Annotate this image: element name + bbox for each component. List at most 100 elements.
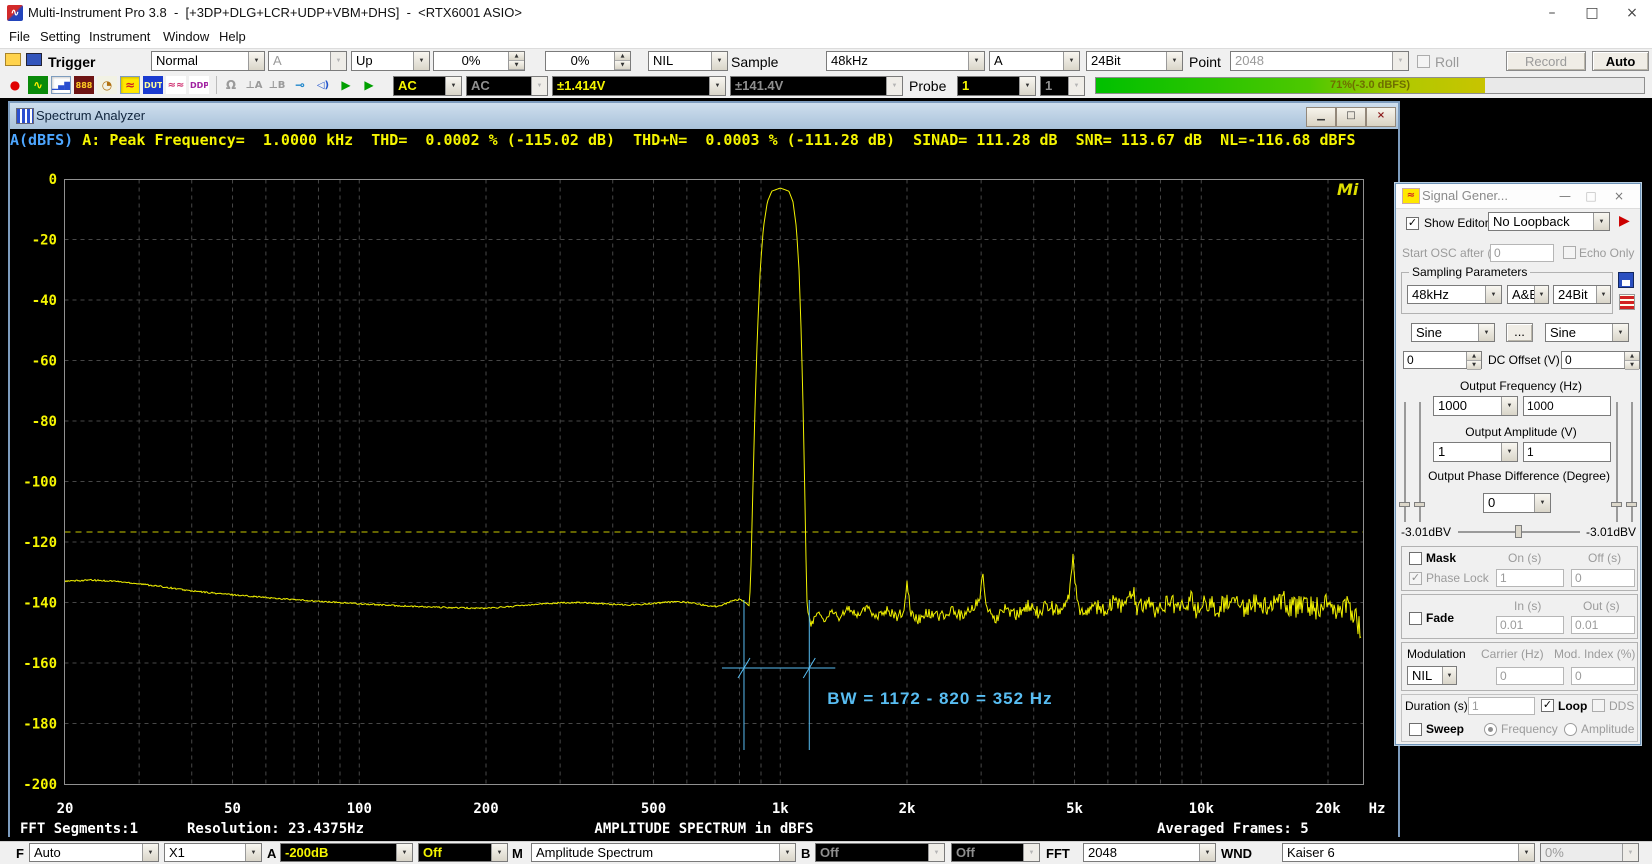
loop-checkbox[interactable]: ✓ bbox=[1541, 699, 1554, 712]
record-icon[interactable]: ● bbox=[5, 76, 25, 94]
oscilloscope-icon[interactable]: ∿ bbox=[28, 76, 48, 94]
dc-offset-b-spinner[interactable]: ▲▼ bbox=[1625, 351, 1640, 369]
dc-offset-a-input[interactable]: 0 bbox=[1403, 351, 1467, 369]
menu-help[interactable]: Help bbox=[219, 26, 246, 48]
amplitude-a-dropdown[interactable]: 1▼ bbox=[1433, 442, 1518, 462]
siggen-bits-dropdown[interactable]: 24Bit▼ bbox=[1553, 285, 1611, 304]
chevron-down-icon[interactable]: ▼ bbox=[1501, 443, 1517, 461]
sample-rate-dropdown[interactable]: 48kHz▼ bbox=[826, 51, 985, 71]
range-a-dropdown[interactable]: ±1.414V▼ bbox=[552, 76, 726, 96]
chevron-down-icon[interactable]: ▼ bbox=[1063, 52, 1079, 70]
show-editor-checkbox[interactable]: ✓ bbox=[1406, 217, 1419, 230]
siggen-rate-dropdown[interactable]: 48kHz▼ bbox=[1407, 285, 1502, 304]
chevron-down-icon[interactable]: ▼ bbox=[1166, 52, 1182, 70]
trigger-mode-dropdown[interactable]: Normal▼ bbox=[151, 51, 265, 71]
close-button[interactable]: × bbox=[1612, 0, 1652, 26]
minimize-button[interactable]: – bbox=[1532, 0, 1572, 26]
display-mode-dropdown[interactable]: Amplitude Spectrum▼ bbox=[531, 843, 796, 862]
chevron-down-icon[interactable]: ▼ bbox=[1019, 77, 1035, 95]
auto-button[interactable]: Auto bbox=[1592, 51, 1649, 71]
trigger-hpf-dropdown[interactable]: NIL▼ bbox=[648, 51, 728, 71]
save-icon[interactable] bbox=[26, 53, 42, 66]
spin-down-icon[interactable]: ▼ bbox=[615, 61, 630, 70]
derived-data-curves-icon[interactable]: ≈≈ bbox=[166, 76, 186, 94]
window-function-dropdown[interactable]: Kaiser 6▼ bbox=[1282, 843, 1535, 862]
frequency-range-dropdown[interactable]: Auto▼ bbox=[29, 843, 159, 862]
waveform-b-dropdown[interactable]: Sine▼ bbox=[1545, 323, 1629, 342]
spectrum-close-button[interactable]: × bbox=[1366, 107, 1396, 127]
fft-size-dropdown[interactable]: 2048▼ bbox=[1083, 843, 1216, 862]
siggen-run-icon[interactable]: ▶ bbox=[1619, 213, 1630, 228]
probe-a-dropdown[interactable]: 1▼ bbox=[957, 76, 1036, 96]
run-loop-icon[interactable]: ▶ bbox=[359, 76, 379, 94]
chevron-down-icon[interactable]: ▼ bbox=[779, 844, 795, 861]
slider-handle[interactable] bbox=[1399, 502, 1410, 507]
spectrum-window-titlebar[interactable]: Spectrum Analyzer ▁ □ × bbox=[10, 103, 1398, 130]
bit-depth-dropdown[interactable]: 24Bit▼ bbox=[1086, 51, 1183, 71]
spin-up-icon[interactable]: ▲ bbox=[509, 52, 524, 61]
frequency-a-dropdown[interactable]: 1000▼ bbox=[1433, 396, 1518, 416]
chevron-down-icon[interactable]: ▼ bbox=[142, 844, 158, 861]
siggen-maximize-button[interactable]: □ bbox=[1580, 187, 1602, 205]
chevron-down-icon[interactable]: ▼ bbox=[1442, 667, 1456, 684]
siggen-minimize-button[interactable]: — bbox=[1554, 187, 1576, 205]
chevron-down-icon[interactable]: ▼ bbox=[1612, 324, 1628, 341]
loopback-dropdown[interactable]: No Loopback▼ bbox=[1488, 212, 1610, 231]
sweep-checkbox[interactable] bbox=[1409, 723, 1422, 736]
menu-window[interactable]: Window bbox=[163, 26, 209, 48]
chevron-down-icon[interactable]: ▼ bbox=[413, 52, 429, 70]
signal-generator-titlebar[interactable]: ≈ Signal Gener... — □ × bbox=[1396, 184, 1640, 209]
chevron-down-icon[interactable]: ▼ bbox=[968, 52, 984, 70]
spin-up-icon[interactable]: ▲ bbox=[615, 52, 630, 61]
chevron-down-icon[interactable]: ▼ bbox=[709, 77, 725, 95]
siggen-close-button[interactable]: × bbox=[1608, 187, 1630, 205]
amplitude-b-input[interactable]: 1 bbox=[1523, 442, 1611, 462]
chevron-down-icon[interactable]: ▼ bbox=[1478, 324, 1494, 341]
trigger-delay-spinner[interactable]: 0%▲▼ bbox=[545, 51, 631, 71]
signal-list-icon[interactable] bbox=[1619, 294, 1635, 310]
slider-handle[interactable] bbox=[1626, 502, 1637, 507]
maximize-button[interactable]: □ bbox=[1572, 0, 1612, 26]
frequency-b-input[interactable]: 1000 bbox=[1523, 396, 1611, 416]
spectrum-3d-plot-icon[interactable]: ◔ bbox=[97, 76, 117, 94]
dc-offset-b-input[interactable]: 0 bbox=[1561, 351, 1625, 369]
sample-channel-dropdown[interactable]: A▼ bbox=[989, 51, 1080, 71]
a-range-dropdown[interactable]: -200dB▼ bbox=[280, 843, 413, 862]
coupling-a-dropdown[interactable]: AC▼ bbox=[393, 76, 462, 96]
multimeter-icon[interactable]: 888 bbox=[74, 76, 94, 94]
chevron-down-icon[interactable]: ▼ bbox=[1593, 213, 1609, 230]
spin-down-icon[interactable]: ▼ bbox=[509, 61, 524, 70]
open-icon[interactable] bbox=[5, 53, 21, 66]
ddp-viewer-icon[interactable]: DDP bbox=[189, 76, 209, 94]
menu-file[interactable]: File bbox=[9, 26, 30, 48]
chevron-down-icon[interactable]: ▼ bbox=[396, 844, 412, 861]
run-icon[interactable]: ▶ bbox=[336, 76, 356, 94]
chevron-down-icon[interactable]: ▼ bbox=[1501, 397, 1517, 415]
modulation-type-dropdown[interactable]: NIL▼ bbox=[1407, 666, 1457, 685]
trigger-edge-dropdown[interactable]: Up▼ bbox=[351, 51, 430, 71]
chevron-down-icon[interactable]: ▼ bbox=[1485, 286, 1501, 303]
phase-dropdown[interactable]: 0▼ bbox=[1483, 493, 1551, 513]
signal-generator-icon[interactable]: ≈ bbox=[120, 76, 140, 94]
slider-handle[interactable] bbox=[1414, 502, 1425, 507]
siggen-channels-dropdown[interactable]: A&B▼ bbox=[1507, 285, 1549, 304]
chevron-down-icon[interactable]: ▼ bbox=[245, 844, 261, 861]
spectrum-maximize-button[interactable]: □ bbox=[1336, 107, 1366, 127]
menu-instrument[interactable]: Instrument bbox=[89, 26, 150, 48]
spectrum-analyzer-icon[interactable]: ▁▄▇ bbox=[51, 76, 71, 94]
chevron-down-icon[interactable]: ▼ bbox=[248, 52, 264, 70]
chevron-down-icon[interactable]: ▼ bbox=[1518, 844, 1534, 861]
chevron-down-icon[interactable]: ▼ bbox=[1199, 844, 1215, 861]
chevron-down-icon[interactable]: ▼ bbox=[1596, 286, 1610, 303]
trigger-level-spinner[interactable]: 0%▲▼ bbox=[433, 51, 525, 71]
spectrum-plot[interactable]: 0-20-40-60-80-100-120-140-160-180-200205… bbox=[11, 152, 1400, 822]
spectrum-minimize-button[interactable]: ▁ bbox=[1306, 107, 1336, 127]
zoom-dropdown[interactable]: X1▼ bbox=[164, 843, 262, 862]
balance-slider-handle[interactable] bbox=[1515, 525, 1522, 538]
chevron-down-icon[interactable]: ▼ bbox=[445, 77, 461, 95]
mask-checkbox[interactable] bbox=[1409, 552, 1422, 565]
menu-setting[interactable]: Setting bbox=[40, 26, 80, 48]
sound-output-icon[interactable]: ◁) bbox=[313, 76, 333, 94]
chevron-down-icon[interactable]: ▼ bbox=[1534, 494, 1550, 512]
chevron-down-icon[interactable]: ▼ bbox=[711, 52, 727, 70]
